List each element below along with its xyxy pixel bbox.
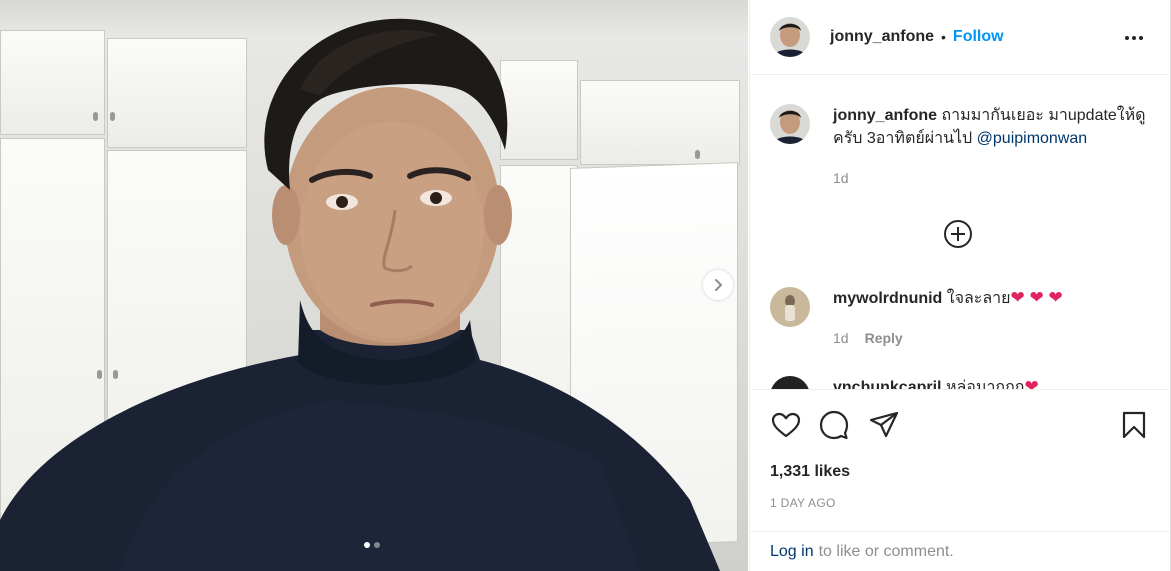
next-slide-button[interactable]	[703, 270, 733, 300]
caption-username[interactable]: jonny_anfone	[833, 107, 937, 124]
likes-count[interactable]: 1,331 likes	[770, 463, 850, 481]
post-actions: 1,331 likes 1 DAY AGO	[750, 389, 1170, 531]
login-link[interactable]: Log in	[770, 543, 814, 561]
post-side-panel: jonny_anfone • Follow jonny_anfone ถามมา…	[749, 0, 1170, 571]
comment-item: mywolrdnunid ใจละลาย❤ ❤ ❤	[770, 287, 1063, 327]
carousel-dot	[374, 542, 380, 548]
comment-text: vnchunkcapril หล่อมากกก❤	[833, 376, 1039, 389]
instagram-post: jonny_anfone • Follow jonny_anfone ถามมา…	[0, 0, 1171, 571]
post-caption: jonny_anfone ถามมากันเยอะ มาupdateให้ดูค…	[770, 104, 1163, 150]
caption-avatar[interactable]	[770, 104, 810, 144]
more-options-icon[interactable]	[1122, 26, 1146, 50]
comment-text: mywolrdnunid ใจละลาย❤ ❤ ❤	[833, 287, 1063, 327]
post-date: 1 DAY AGO	[770, 496, 836, 510]
reply-button[interactable]: Reply	[865, 330, 903, 346]
login-prompt: Log in to like or comment.	[750, 531, 1170, 571]
commenter-username[interactable]: vnchunkcapril	[833, 379, 941, 389]
comment-icon[interactable]	[818, 409, 850, 441]
post-header: jonny_anfone • Follow	[750, 0, 1170, 75]
comment-meta: 1d Reply	[833, 330, 903, 346]
post-media[interactable]	[0, 0, 748, 571]
author-username[interactable]: jonny_anfone	[830, 28, 934, 46]
selfie-person	[0, 18, 720, 571]
comments-section[interactable]: jonny_anfone ถามมากันเยอะ มาupdateให้ดูค…	[750, 76, 1170, 389]
caption-timestamp: 1d	[833, 170, 849, 186]
caption-text: jonny_anfone ถามมากันเยอะ มาupdateให้ดูค…	[833, 104, 1163, 150]
carousel-indicator	[364, 542, 380, 548]
bookmark-icon[interactable]	[1118, 409, 1150, 441]
carousel-dot-active	[364, 542, 370, 548]
avatar-image	[770, 104, 810, 144]
author-avatar[interactable]	[770, 17, 810, 57]
heart-emojis: ❤	[1024, 377, 1039, 389]
avatar-image	[770, 376, 810, 389]
login-prompt-text: to like or comment.	[818, 542, 954, 560]
commenter-username[interactable]: mywolrdnunid	[833, 290, 942, 307]
heart-emojis: ❤ ❤ ❤	[1010, 288, 1063, 307]
share-icon[interactable]	[868, 409, 900, 441]
commenter-avatar[interactable]	[770, 287, 810, 327]
avatar-image	[770, 17, 810, 57]
commenter-avatar[interactable]	[770, 376, 810, 389]
follow-button[interactable]: Follow	[953, 28, 1004, 46]
caption-mention[interactable]: @puipimonwan	[977, 130, 1088, 147]
chevron-right-icon	[715, 279, 722, 291]
comment-body: หล่อมากกก	[945, 379, 1025, 389]
comment-body: ใจละลาย	[946, 290, 1011, 307]
add-circle-icon[interactable]	[943, 219, 973, 249]
avatar-image	[770, 287, 810, 327]
heart-icon[interactable]	[770, 409, 802, 441]
separator-dot: •	[941, 29, 946, 45]
comment-item: vnchunkcapril หล่อมากกก❤	[770, 376, 1039, 389]
comment-timestamp: 1d	[833, 330, 849, 346]
